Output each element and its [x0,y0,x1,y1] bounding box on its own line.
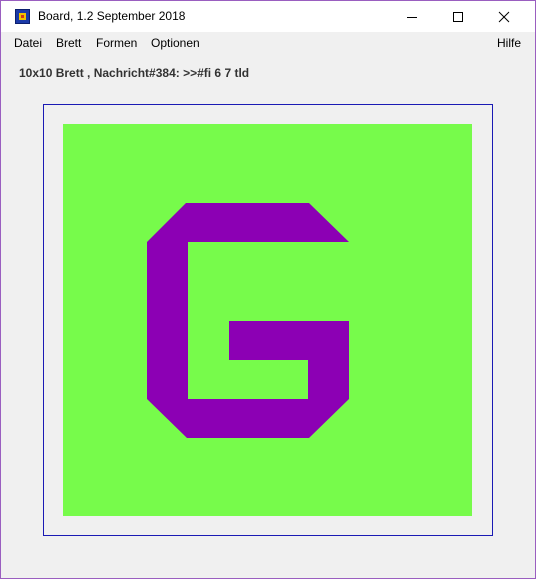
title-bar[interactable]: Board, 1.2 September 2018 [1,1,535,32]
close-button[interactable] [481,1,527,32]
minimize-button[interactable] [389,1,435,32]
menu-datei[interactable]: Datei [14,36,42,50]
menu-brett[interactable]: Brett [56,36,81,50]
menu-hilfe[interactable]: Hilfe [497,36,521,50]
board-canvas[interactable] [63,124,472,516]
menu-optionen[interactable]: Optionen [151,36,200,50]
window-title: Board, 1.2 September 2018 [38,9,186,23]
maximize-icon [453,11,463,22]
menu-bar: Datei Brett Formen Optionen Hilfe [1,32,535,53]
menu-formen[interactable]: Formen [96,36,137,50]
close-icon [498,11,510,22]
maximize-button[interactable] [435,1,481,32]
board-background [63,124,472,516]
minimize-icon [407,16,417,18]
app-board-icon[interactable] [15,9,30,24]
status-message: 10x10 Brett , Nachricht#384: >>#fi 6 7 t… [19,66,250,80]
board-window: Board, 1.2 September 2018 Datei Brett Fo… [0,0,536,579]
